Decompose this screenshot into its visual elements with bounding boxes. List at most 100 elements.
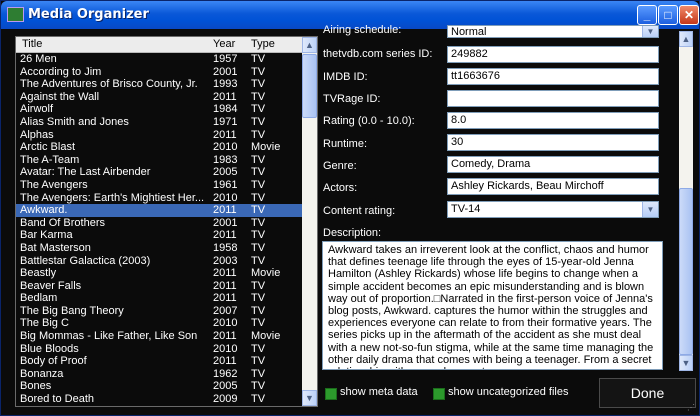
rating-field[interactable]: 8.0 (447, 112, 659, 129)
scroll-down-arrow-icon[interactable]: ▼ (302, 390, 317, 406)
cell-type: TV (251, 292, 266, 305)
cell-type: TV (251, 204, 266, 217)
tvdb-id-field[interactable]: 249882 (447, 46, 659, 63)
cell-title: Big Mommas - Like Father, Like Son (20, 330, 198, 343)
column-header-title[interactable]: Title (22, 38, 42, 50)
list-item[interactable]: Band Of Brothers 2001 TV (16, 217, 302, 230)
content-rating-value: TV-14 (451, 203, 481, 215)
runtime-field[interactable]: 30 (447, 134, 659, 151)
list-item[interactable]: Avatar: The Last Airbender 2005 TV (16, 166, 302, 179)
list-item[interactable]: Blue Bloods 2010 TV (16, 343, 302, 356)
cell-year: 1984 (213, 103, 238, 116)
list-item[interactable]: The Big C 2010 TV (16, 317, 302, 330)
window-title: Media Organizer (28, 7, 149, 22)
list-item[interactable]: Beastly 2011 Movie (16, 267, 302, 280)
cell-type: TV (251, 178, 266, 191)
cell-title: Bar Karma (20, 229, 73, 242)
column-header-year[interactable]: Year (213, 38, 235, 50)
cell-title: Breaking In (20, 406, 209, 407)
cell-title: Airwolf (20, 103, 54, 116)
tvrage-id-label: TVRage ID: (323, 93, 381, 105)
cell-title: Bonanza (20, 367, 64, 380)
airing-schedule-select[interactable]: Normal ▼ (447, 25, 659, 38)
content-rating-select[interactable]: TV-14 ▼ (447, 201, 659, 218)
list-item[interactable]: According to Jim 2001 TV (16, 66, 302, 79)
chevron-down-icon[interactable]: ▼ (642, 202, 658, 217)
list-item[interactable]: Bar Karma 2011 TV (16, 229, 302, 242)
list-item[interactable]: Battlestar Galactica (2003) 2003 TV (16, 255, 302, 268)
cell-type: TV (251, 65, 266, 78)
cell-type: TV (251, 355, 266, 368)
list-item[interactable]: Bored to Death 2009 TV (16, 393, 302, 406)
cell-year: 2007 (213, 304, 238, 317)
list-scrollbar[interactable]: ▲ ▼ (302, 37, 317, 406)
maximize-button[interactable]: □ (658, 5, 678, 25)
show-uncategorized-checkbox[interactable] (433, 388, 445, 400)
column-header-type[interactable]: Type (251, 38, 275, 50)
form-scrollbar[interactable]: ▲ ▼ (679, 31, 693, 371)
minimize-button[interactable]: _ (637, 5, 657, 25)
cell-year: 2011 (213, 406, 251, 407)
cell-title: The Big Bang Theory (20, 304, 124, 317)
list-item[interactable]: Big Mommas - Like Father, Like Son 2011 Mo… (16, 330, 302, 343)
list-item[interactable]: The Avengers 1961 TV (16, 179, 302, 192)
show-uncategorized-label[interactable]: show uncategorized files (448, 386, 568, 398)
list-item[interactable]: Body of Proof 2011 TV (16, 355, 302, 368)
show-meta-data-label[interactable]: show meta data (340, 386, 418, 398)
list-item[interactable]: The Big Bang Theory 2007 TV (16, 305, 302, 318)
cell-title: The Adventures of Brisco County, Jr. (20, 78, 198, 91)
resize-grip-icon[interactable]: ⋰ (687, 403, 697, 413)
scroll-thumb[interactable] (302, 54, 317, 118)
cell-title: 26 Men (20, 53, 57, 65)
cell-title: Avatar: The Last Airbender (20, 166, 151, 179)
list-item[interactable]: Alias Smith and Jones 1971 TV (16, 116, 302, 129)
done-button[interactable]: Done (599, 378, 696, 408)
list-item[interactable]: Breaking In 2011TV (16, 406, 302, 407)
list-item[interactable]: The Adventures of Brisco County, Jr. 1993… (16, 78, 302, 91)
list-item[interactable]: Beaver Falls 2011 TV (16, 280, 302, 293)
list-item[interactable]: Arctic Blast 2010 Movie (16, 141, 302, 154)
list-item[interactable]: Against the Wall 2011 TV (16, 91, 302, 104)
actors-label: Actors: (323, 182, 358, 194)
list-item[interactable]: Awkward. 2011 TV (16, 204, 302, 217)
cell-type: Movie (251, 141, 281, 154)
list-item[interactable]: Bones 2005 TV (16, 380, 302, 393)
cell-year: 1961 (213, 178, 238, 191)
scroll-up-arrow-icon[interactable]: ▲ (679, 31, 693, 47)
list-item[interactable]: The A-Team 1983 TV (16, 154, 302, 167)
chevron-down-icon[interactable]: ▼ (642, 26, 658, 37)
tvrage-id-field[interactable] (447, 90, 659, 107)
cell-year: 2010 (213, 191, 238, 204)
close-button[interactable]: ✕ (679, 5, 699, 25)
cell-type: TV (251, 241, 266, 254)
description-textarea[interactable]: Awkward takes an irreverent look at the … (322, 241, 663, 370)
cell-year: 1957 (213, 53, 238, 65)
cell-type: TV (251, 342, 266, 355)
cell-year: 2011 (213, 204, 237, 217)
list-rows: 26 Men 1957 TV According to Jim 2001 TV The Ad… (16, 53, 302, 407)
scroll-thumb[interactable] (679, 188, 693, 355)
list-item[interactable]: Bat Masterson 1958 TV (16, 242, 302, 255)
runtime-label: Runtime: (323, 138, 368, 150)
scroll-up-arrow-icon[interactable]: ▲ (302, 37, 317, 53)
list-item[interactable]: Airwolf 1984 TV (16, 103, 302, 116)
cell-type: TV (251, 279, 266, 292)
cell-year: 2001 (213, 216, 238, 229)
show-meta-data-checkbox[interactable] (325, 388, 337, 400)
list-item[interactable]: The Avengers: Earth's Mightiest Her... 20… (16, 192, 302, 205)
cell-title: Arctic Blast (20, 141, 76, 154)
list-item[interactable]: Bedlam 2011 TV (16, 292, 302, 305)
list-item[interactable]: Alphas 2011 TV (16, 129, 302, 142)
scroll-down-arrow-icon[interactable]: ▼ (679, 355, 693, 371)
list-item[interactable]: 26 Men 1957 TV (16, 53, 302, 66)
imdb-id-field[interactable]: tt1663676 (447, 68, 659, 85)
cell-type: TV (251, 166, 266, 179)
cell-title: Body of Proof (20, 355, 87, 368)
actors-field[interactable]: Ashley Rickards, Beau Mirchoff (447, 178, 659, 195)
cell-year: 2005 (213, 380, 238, 393)
genre-field[interactable]: Comedy, Drama (447, 156, 659, 173)
media-list[interactable]: Title Year Type 26 Men 1957 TV According to… (15, 36, 318, 407)
cell-year: 1971 (213, 115, 238, 128)
list-item[interactable]: Bonanza 1962 TV (16, 368, 302, 381)
cell-title: According to Jim (20, 65, 102, 78)
